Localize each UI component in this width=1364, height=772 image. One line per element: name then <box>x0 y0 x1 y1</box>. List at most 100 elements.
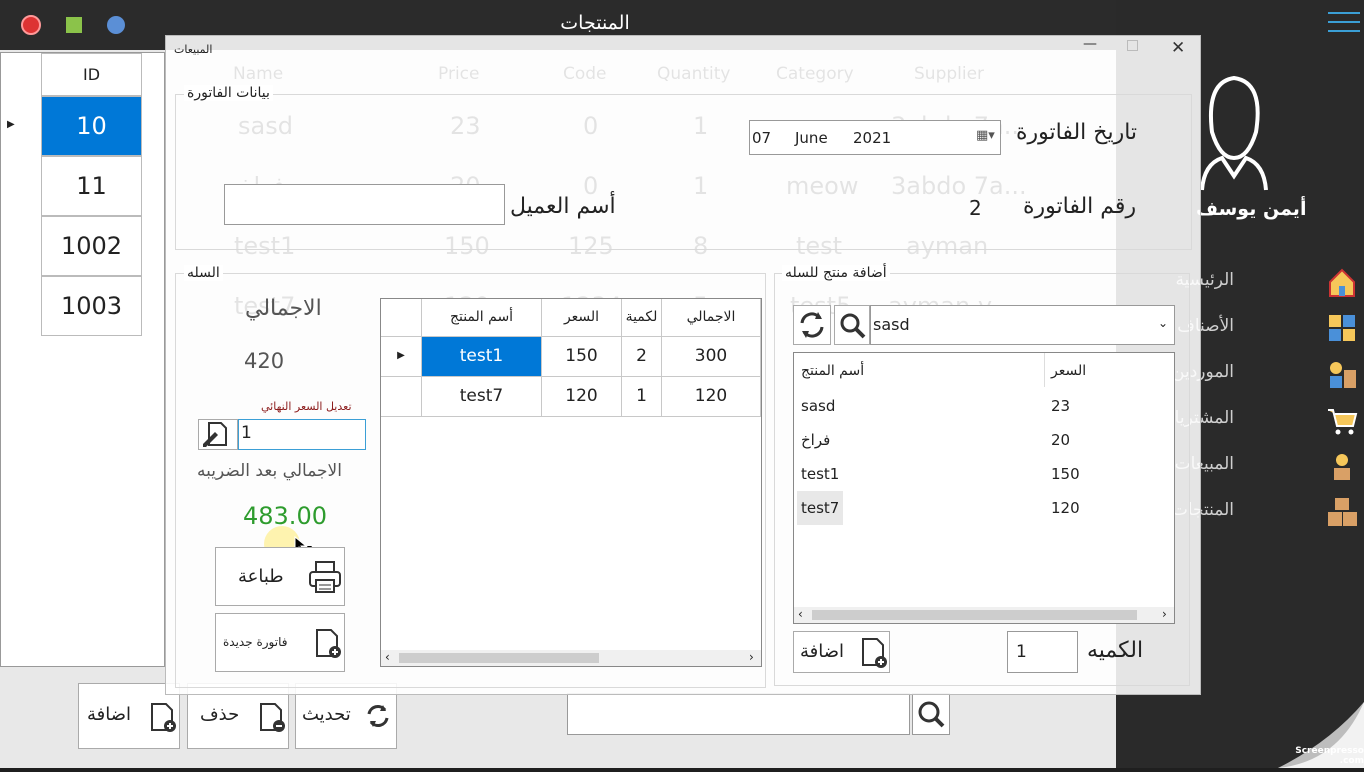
grid-cell[interactable]: 11 <box>41 156 142 216</box>
list-item-price[interactable]: 150 <box>1051 465 1080 483</box>
quantity-input[interactable]: 1 <box>1007 631 1078 673</box>
row-pointer-icon: ▶ <box>7 119 15 130</box>
maximize-square-icon[interactable] <box>66 17 82 33</box>
list-item-name[interactable]: test7 <box>797 491 844 525</box>
list-item-price[interactable]: 23 <box>1051 397 1070 415</box>
products-list[interactable]: أسم المنتج السعر sasd 23 فراخ 20 test1 1… <box>793 352 1175 624</box>
add-file-icon <box>862 638 887 668</box>
list-item-name[interactable]: test1 <box>801 465 839 483</box>
list-col-price[interactable]: السعر <box>1051 363 1086 379</box>
products-horizontal-scrollbar[interactable]: ‹ › <box>794 607 1174 623</box>
main-search-input[interactable] <box>567 693 910 735</box>
table-cell[interactable]: 1 <box>622 377 662 417</box>
invoice-group-title: بيانات الفاتورة <box>184 85 273 101</box>
ghost-header: Code <box>563 64 607 84</box>
refresh-icon <box>800 312 824 338</box>
after-tax-label: الاجمالي بعد الضريبه <box>197 461 342 481</box>
table-cell[interactable]: test7 <box>422 377 542 417</box>
add-to-cart-button[interactable]: اضافة <box>793 631 890 673</box>
scroll-thumb[interactable] <box>812 610 1137 620</box>
customer-name-input[interactable] <box>224 184 505 225</box>
print-button[interactable]: طباعة <box>215 547 345 606</box>
scroll-left-icon[interactable]: ‹ <box>385 650 390 664</box>
delete-label: حذف <box>200 704 240 725</box>
supplier-icon <box>1330 362 1356 388</box>
table-cell[interactable]: 300 <box>662 337 761 377</box>
table-cell[interactable]: 2 <box>622 337 662 377</box>
screenpresso-watermark: Screenpresso .com <box>1238 702 1364 768</box>
main-search-button[interactable] <box>912 693 950 735</box>
search-value: sasd <box>873 315 910 334</box>
ghost-header: Price <box>438 64 480 84</box>
ghost-header: Category <box>776 64 854 84</box>
scroll-left-icon[interactable]: ‹ <box>798 607 803 621</box>
refresh-icon <box>367 705 389 727</box>
calendar-icon: ▦▾ <box>976 128 995 143</box>
add-to-cart-label: اضافة <box>800 641 845 662</box>
list-item-price[interactable]: 120 <box>1051 499 1080 517</box>
edit-price-input[interactable]: 1 <box>238 419 366 450</box>
user-avatar-icon <box>1200 75 1268 191</box>
delete-file-icon <box>260 703 285 732</box>
table-cell[interactable]: 120 <box>542 377 622 417</box>
close-icon[interactable]: ✕ <box>1171 38 1185 58</box>
list-item-price[interactable]: 20 <box>1051 431 1070 449</box>
list-item-name[interactable]: sasd <box>801 397 835 415</box>
list-col-name[interactable]: أسم المنتج <box>801 363 864 379</box>
grid-cell[interactable]: 10 <box>41 96 142 156</box>
cart-table[interactable]: أسم المنتج السعر لكمية الاجمالي ▶ test1 … <box>380 298 762 667</box>
table-cell[interactable]: test1 <box>422 337 542 377</box>
boxes-icon <box>1328 498 1357 526</box>
minimize-icon[interactable]: — <box>1083 36 1097 52</box>
grid-cell[interactable]: 1003 <box>41 276 142 336</box>
chevron-down-icon[interactable]: ⌄ <box>1158 316 1168 330</box>
user-name: أيمن يوسف <box>1196 198 1307 220</box>
grid-header-id[interactable]: ID <box>41 53 142 96</box>
refresh-products-button[interactable] <box>793 305 831 345</box>
hamburger-menu-icon[interactable] <box>1328 12 1360 34</box>
grid-cell[interactable]: 1002 <box>41 216 142 276</box>
row-header-corner <box>381 299 422 337</box>
invoice-number-value: 2 <box>969 196 982 220</box>
scroll-right-icon[interactable]: › <box>1162 607 1167 621</box>
refresh-label: تحديث <box>302 704 351 725</box>
products-grid[interactable]: ID ▶ 10 11 1002 1003 <box>0 52 165 667</box>
minimize-dot-icon[interactable] <box>107 16 125 34</box>
cart-col-name[interactable]: أسم المنتج <box>422 299 542 337</box>
search-products-button[interactable] <box>834 305 870 345</box>
table-cell[interactable]: 150 <box>542 337 622 377</box>
invoice-date-picker[interactable]: 07 June 2021 ▦▾ <box>749 120 1001 155</box>
close-dot-icon[interactable] <box>21 15 41 35</box>
cart-col-price[interactable]: السعر <box>542 299 622 337</box>
date-day: 07 <box>752 129 772 147</box>
invoice-date-label: تاريخ الفاتورة <box>1016 120 1138 145</box>
house-icon <box>1329 268 1355 297</box>
date-year: 2021 <box>853 129 892 147</box>
invoice-group-box <box>175 94 1192 250</box>
maximize-icon[interactable] <box>1127 40 1138 51</box>
scroll-right-icon[interactable]: › <box>749 650 754 664</box>
table-cell[interactable]: 120 <box>662 377 761 417</box>
new-invoice-label: فاتورة جديدة <box>223 635 288 649</box>
edit-price-button[interactable] <box>198 419 238 450</box>
customer-name-label: أسم العميل <box>510 194 616 219</box>
total-value: 420 <box>244 349 285 373</box>
cart-horizontal-scrollbar[interactable]: ‹ › <box>381 650 761 666</box>
main-window-title: المنتجات <box>560 12 630 34</box>
edit-final-price-label: تعديل السعر النهائي <box>261 400 352 413</box>
add-product-group-title: أضافة منتج للسله <box>782 265 890 281</box>
cart-col-qty[interactable]: لكمية <box>622 299 662 337</box>
quantity-label: الكميه <box>1087 638 1144 663</box>
column-divider <box>1044 353 1045 387</box>
sales-dialog: المبيعات — ✕ Name Price Code Quantity Ca… <box>165 35 1201 695</box>
printer-icon <box>309 561 341 593</box>
print-label: طباعة <box>238 566 284 587</box>
list-item-name[interactable]: فراخ <box>801 431 830 449</box>
scroll-thumb[interactable] <box>399 653 599 663</box>
cart-col-total[interactable]: الاجمالي <box>662 299 761 337</box>
cart-icon <box>1328 409 1358 435</box>
categories-icon <box>1329 315 1355 341</box>
product-search-combobox[interactable]: sasd ⌄ <box>870 305 1175 345</box>
invoice-number-label: رقم الفاتورة <box>1023 194 1137 219</box>
new-invoice-button[interactable]: فاتورة جديدة <box>215 613 345 672</box>
